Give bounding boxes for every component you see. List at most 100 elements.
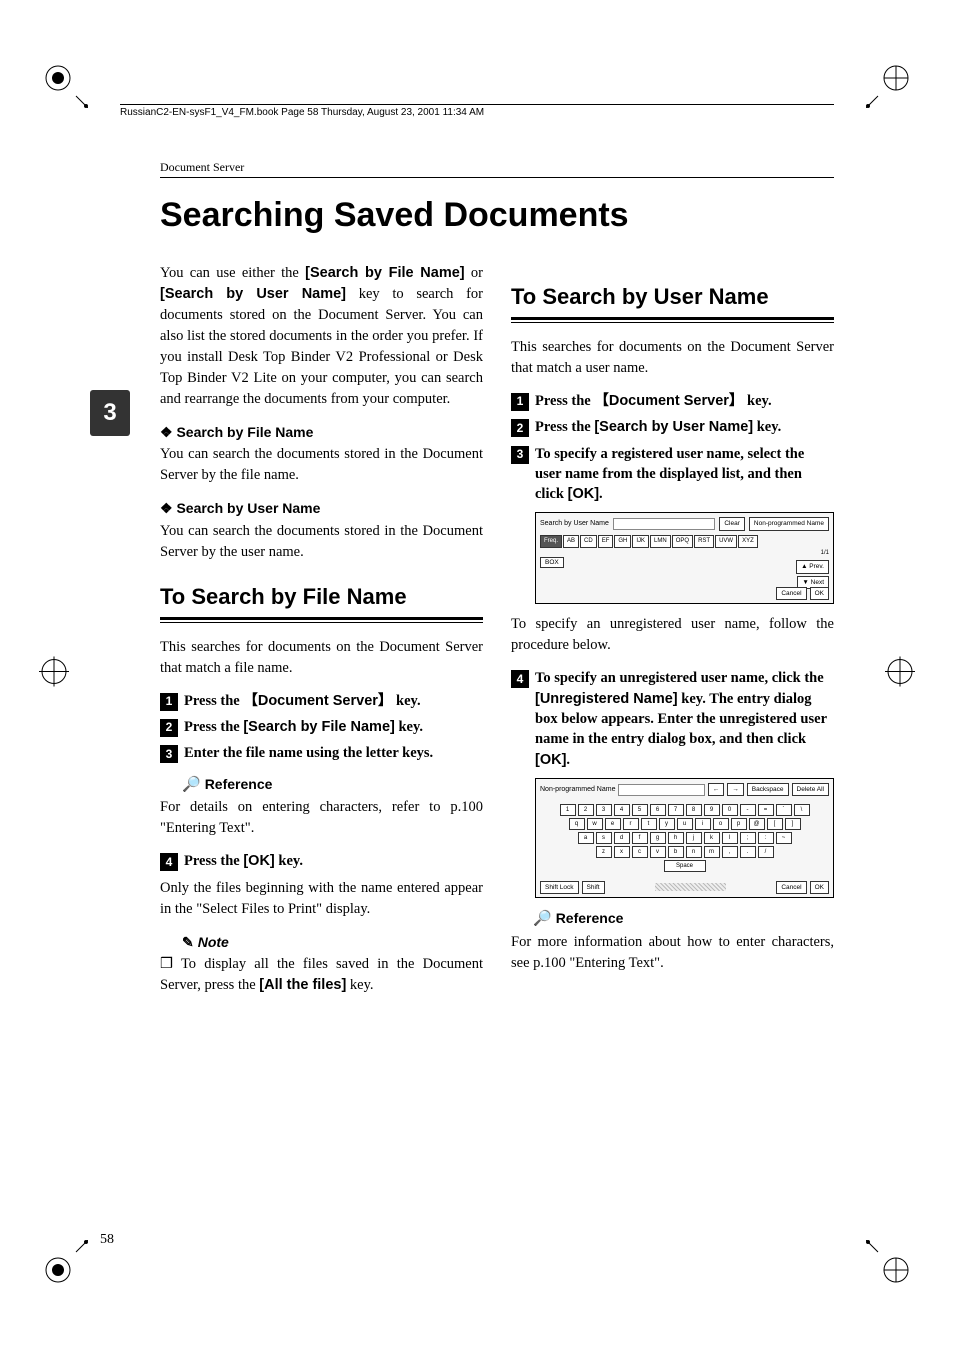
ss1-clear-button: Clear bbox=[719, 517, 745, 530]
reference-label: Reference bbox=[205, 776, 273, 792]
step-3: 3 Enter the file name using the letter k… bbox=[160, 743, 483, 763]
ss1-item: BOX bbox=[540, 557, 564, 568]
note-heading: ✎Note bbox=[182, 932, 483, 952]
step-number-icon: 4 bbox=[511, 670, 529, 688]
page-number: 58 bbox=[100, 1232, 114, 1248]
ss1-tab: GH bbox=[614, 535, 631, 548]
keyboard-row: zxcvbnm,./ bbox=[546, 846, 823, 858]
keyboard-key: 1 bbox=[560, 804, 576, 816]
crop-mark-top-right bbox=[866, 60, 914, 108]
keyboard-key: y bbox=[659, 818, 675, 830]
keyboard-key: u bbox=[677, 818, 693, 830]
ss1-input bbox=[613, 518, 716, 530]
reference-icon: 🔎 bbox=[533, 910, 552, 927]
right-column: To Search by User Name This searches for… bbox=[511, 263, 834, 1008]
keyboard-key: ; bbox=[740, 832, 756, 844]
ss1-tab: OPQ bbox=[672, 535, 693, 548]
keyboard-key: v bbox=[650, 846, 666, 858]
ss2-backspace-button: Backspace bbox=[747, 783, 789, 796]
rule bbox=[511, 322, 834, 323]
keyboard-key: 7 bbox=[668, 804, 684, 816]
body-search-by-user-name: You can search the documents stored in t… bbox=[160, 521, 483, 563]
key-document-server: 【Document Server】 bbox=[243, 693, 392, 709]
step-number-icon: 3 bbox=[511, 446, 529, 464]
step-1: 1 Press the 【Document Server】 key. bbox=[160, 691, 483, 711]
text: . bbox=[566, 752, 570, 768]
heading-to-search-by-file-name: To Search by File Name bbox=[160, 581, 483, 613]
keyboard-key: l bbox=[722, 832, 738, 844]
keyboard-key: w bbox=[587, 818, 603, 830]
keyboard-key: k bbox=[704, 832, 720, 844]
keyboard-key: o bbox=[713, 818, 729, 830]
key-search-by-user-name: [Search by User Name] bbox=[594, 419, 753, 435]
keyboard-key: n bbox=[686, 846, 702, 858]
ss1-tabs: Freq.ABCDEFGHIJKLMNOPQRSTUVWXYZ bbox=[536, 535, 833, 548]
screenshot-user-name-list: Search by User Name Clear Non-programmed… bbox=[535, 512, 834, 604]
text: Press the bbox=[535, 393, 594, 409]
keyboard-key: / bbox=[758, 846, 774, 858]
text: or bbox=[465, 265, 483, 281]
step-text: Enter the file name using the letter key… bbox=[184, 743, 433, 763]
ss1-tab: AB bbox=[563, 535, 579, 548]
ss1-tab: UVW bbox=[715, 535, 737, 548]
ss1-tab: EF bbox=[598, 535, 614, 548]
note-icon: ✎ bbox=[182, 934, 194, 950]
step-3: 3 To specify a registered user name, sel… bbox=[511, 444, 834, 505]
keyboard-key: f bbox=[632, 832, 648, 844]
keyboard-key: 8 bbox=[686, 804, 702, 816]
ss2-input bbox=[618, 784, 704, 796]
text: Press the bbox=[184, 719, 243, 735]
keyboard-key: d bbox=[614, 832, 630, 844]
step-number-icon: 2 bbox=[160, 719, 178, 737]
reference-icon: 🔎 bbox=[182, 776, 201, 793]
text: Press the bbox=[535, 419, 594, 435]
step-number-icon: 3 bbox=[160, 745, 178, 763]
ss2-shift-button: Shift bbox=[582, 881, 605, 894]
keyboard-key: i bbox=[695, 818, 711, 830]
keyboard-key: : bbox=[758, 832, 774, 844]
ss1-page-indicator: 1/1 bbox=[821, 549, 829, 558]
rule bbox=[160, 617, 483, 620]
ss1-tab: Freq. bbox=[540, 535, 562, 548]
text: key. bbox=[395, 719, 423, 735]
keyboard-key: m bbox=[704, 846, 720, 858]
keyboard-key: @ bbox=[749, 818, 765, 830]
ss1-tab: IJK bbox=[632, 535, 649, 548]
keyboard-key: q bbox=[569, 818, 585, 830]
keyboard-key: \ bbox=[794, 804, 810, 816]
keyboard-row: qwertyuiop@[] bbox=[546, 818, 823, 830]
hatch-fill bbox=[655, 883, 727, 891]
step-2: 2 Press the [Search by User Name] key. bbox=[511, 417, 834, 437]
keyboard-key: 2 bbox=[578, 804, 594, 816]
ss1-ok-button: OK bbox=[810, 587, 829, 600]
keyboard-key: 4 bbox=[614, 804, 630, 816]
step-number-icon: 1 bbox=[511, 393, 529, 411]
text: key. bbox=[753, 419, 781, 435]
heading-to-search-by-user-name: To Search by User Name bbox=[511, 281, 834, 313]
subhead-search-by-file-name: Search by File Name bbox=[160, 422, 483, 442]
key-document-server: 【Document Server】 bbox=[594, 393, 743, 409]
ss2-back-button: ← bbox=[708, 783, 725, 796]
note-item: To display all the files saved in the Do… bbox=[160, 954, 483, 996]
text: key to search for documents stored on th… bbox=[160, 286, 483, 407]
keyboard-key: ~ bbox=[776, 832, 792, 844]
ss2-label: Non-programmed Name bbox=[540, 785, 615, 795]
ss1-tab: CD bbox=[580, 535, 597, 548]
reference-label: Reference bbox=[556, 910, 624, 926]
running-head: Document Server bbox=[160, 160, 834, 178]
keyboard-key: j bbox=[686, 832, 702, 844]
ss2-delete-all-button: Delete All bbox=[792, 783, 829, 796]
crop-mark-bottom-right bbox=[866, 1240, 914, 1288]
section-intro: This searches for documents on the Docum… bbox=[511, 337, 834, 379]
key-ok: [OK] bbox=[535, 752, 566, 768]
ss1-prev-button: ▲ Prev. bbox=[796, 560, 829, 573]
key-ok: [OK] bbox=[568, 486, 599, 502]
keyboard-row: 1234567890-=`\ bbox=[546, 804, 823, 816]
key-search-by-file-name: [Search by File Name] bbox=[243, 719, 395, 735]
keyboard-key: [ bbox=[767, 818, 783, 830]
crop-mark-right bbox=[880, 652, 920, 697]
keyboard-key: 5 bbox=[632, 804, 648, 816]
keyboard-key: z bbox=[596, 846, 612, 858]
intro-paragraph: You can use either the [Search by File N… bbox=[160, 263, 483, 410]
keyboard-row: asdfghjkl;:~ bbox=[546, 832, 823, 844]
